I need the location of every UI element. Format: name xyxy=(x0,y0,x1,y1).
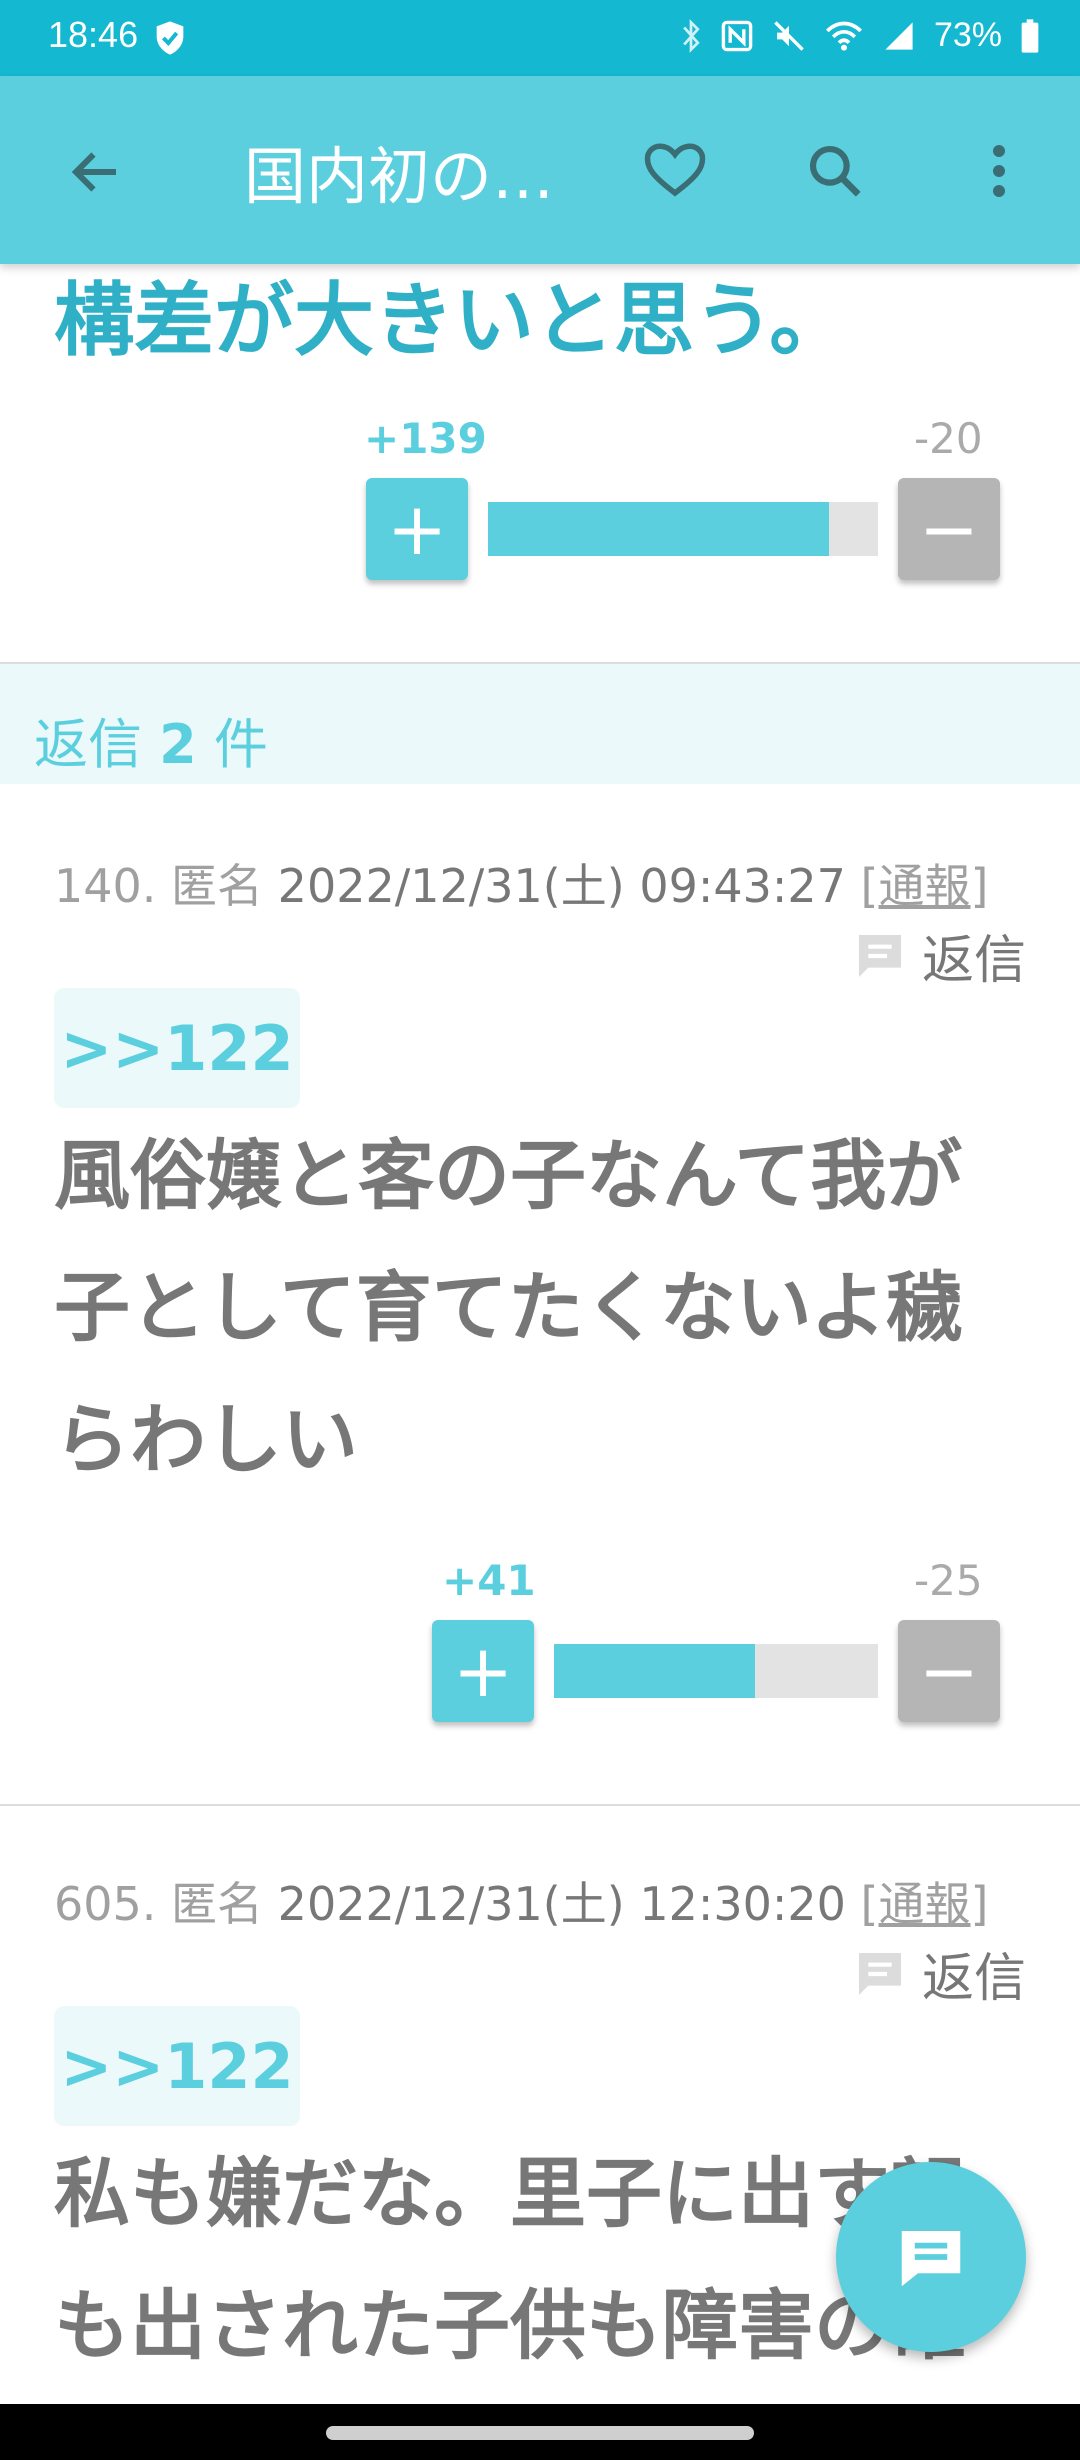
report-link[interactable]: 通報 xyxy=(879,1877,971,1931)
more-options-button[interactable] xyxy=(954,126,1044,216)
comment-icon xyxy=(859,934,901,977)
back-arrow-icon xyxy=(71,152,116,192)
vote-ratio-fill xyxy=(554,1644,756,1698)
search-icon xyxy=(809,145,861,197)
vote-ratio-bar xyxy=(554,1644,878,1698)
compose-comment-button[interactable] xyxy=(836,2162,1026,2352)
plus-icon: + xyxy=(452,1629,514,1713)
comment-icon xyxy=(859,1952,901,1995)
downvote-button[interactable]: − xyxy=(898,1620,1000,1722)
chat-icon xyxy=(901,2231,961,2287)
signal-icon xyxy=(885,21,913,50)
vote-ratio-fill xyxy=(488,502,829,556)
wifi-icon xyxy=(825,21,862,51)
status-time: 18:46 xyxy=(48,14,139,55)
mute-icon xyxy=(774,20,804,51)
shield-check-icon xyxy=(156,21,184,55)
replies-header: 返信 2 件 xyxy=(0,664,1080,784)
reply-meta: 140. 匿名 2022/12/31(土) 09:43:27 [通報] xyxy=(54,859,989,913)
page-title: 国内初の… xyxy=(244,140,555,213)
status-bar: 18:46 73% xyxy=(0,0,1080,76)
battery-icon xyxy=(1021,18,1039,53)
upvote-button[interactable]: + xyxy=(366,478,468,580)
bluetooth-icon xyxy=(683,18,700,53)
minus-count: -20 xyxy=(914,414,983,463)
minus-count: -25 xyxy=(914,1556,983,1605)
nfc-icon xyxy=(721,20,753,51)
reply-button[interactable]: 返信 xyxy=(852,1936,1026,2011)
downvote-button[interactable]: − xyxy=(898,478,1000,580)
home-gesture-handle[interactable] xyxy=(326,2426,754,2440)
anchor-link[interactable]: >>122 xyxy=(54,2006,300,2126)
reply-button[interactable]: 返信 xyxy=(852,918,1026,993)
favorite-button[interactable] xyxy=(630,126,720,216)
reply-meta: 605. 匿名 2022/12/31(土) 12:30:20 [通報] xyxy=(54,1877,989,1931)
status-icons: 73% xyxy=(680,16,1040,55)
more-vert-icon xyxy=(993,145,1005,197)
minus-icon: − xyxy=(918,487,980,571)
anchor-link[interactable]: >>122 xyxy=(54,988,300,1108)
divider xyxy=(0,1804,1080,1806)
back-button[interactable] xyxy=(52,128,140,216)
plus-icon: + xyxy=(386,487,448,571)
main-comment-text: 構差が大きいと思う。 xyxy=(54,274,850,367)
reply-body: 風俗嬢と客の子なんて我が子として育てたくないよ穢らわしい xyxy=(54,1131,963,1484)
heart-icon xyxy=(644,143,706,197)
minus-icon: − xyxy=(918,1629,980,1713)
app-bar: 国内初の… xyxy=(0,76,1080,264)
system-nav-bar xyxy=(0,2404,1080,2460)
report-link[interactable]: 通報 xyxy=(879,859,971,913)
plus-count: +139 xyxy=(364,414,487,463)
vote-ratio-bar xyxy=(488,502,878,556)
search-button[interactable] xyxy=(790,126,880,216)
plus-count: +41 xyxy=(442,1556,536,1605)
replies-count-label: 返信 2 件 xyxy=(34,713,268,776)
battery-percent: 73% xyxy=(933,16,1002,54)
upvote-button[interactable]: + xyxy=(432,1620,534,1722)
